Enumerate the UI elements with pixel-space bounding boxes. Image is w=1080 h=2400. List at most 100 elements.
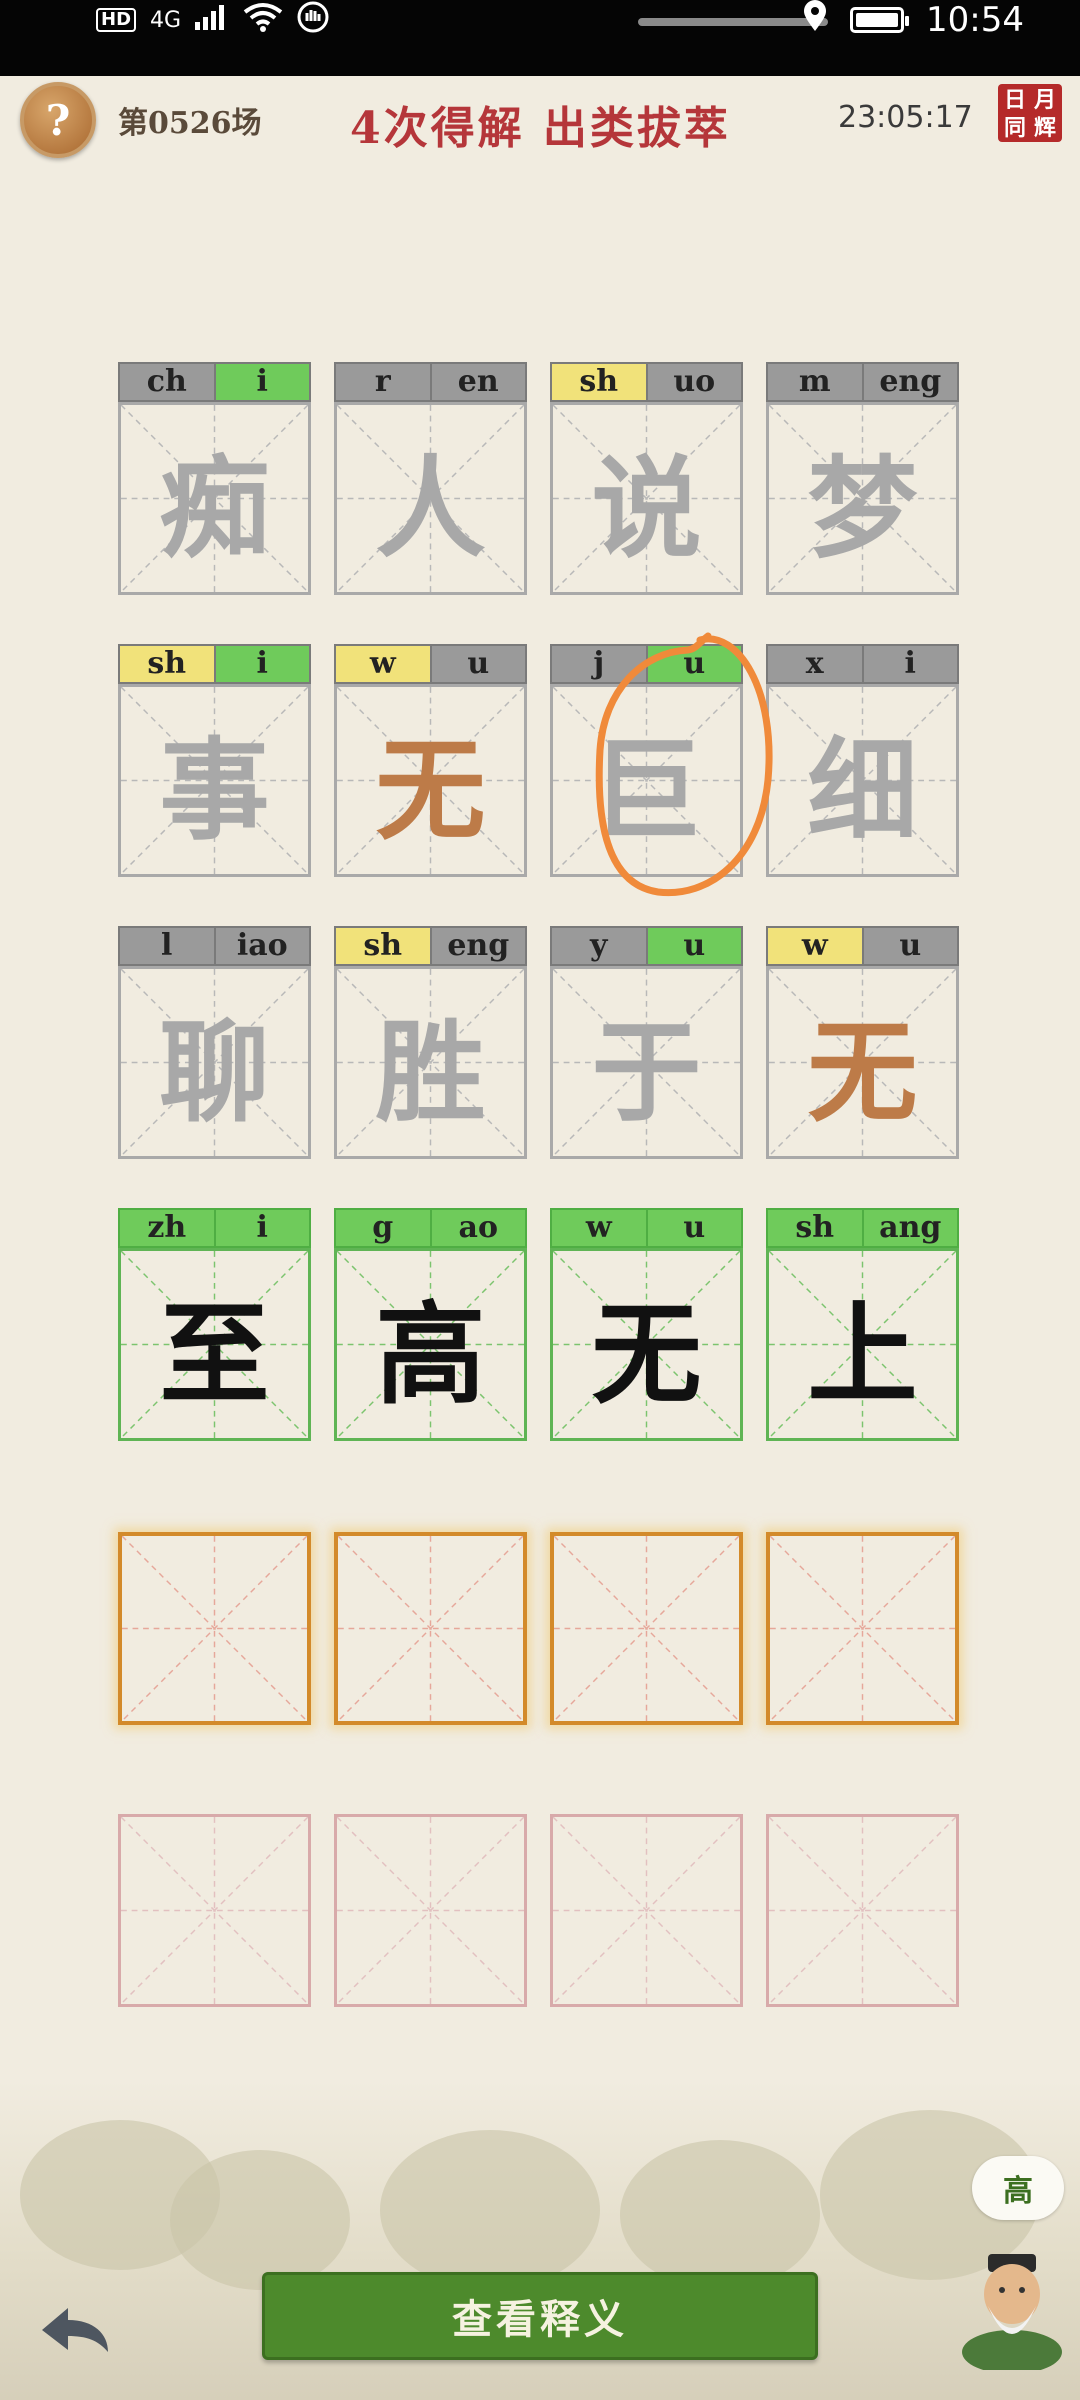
location-icon [802, 0, 828, 41]
character-box: 人 [334, 402, 527, 595]
input-cell[interactable] [334, 1532, 527, 1725]
pinyin-initial: w [550, 1208, 648, 1248]
pinyin-initial: sh [550, 362, 648, 402]
pinyin-bar: r en [334, 362, 527, 402]
hanzi-character: 上 [807, 1289, 918, 1419]
sage-avatar-icon[interactable] [958, 2244, 1066, 2370]
hanzi-character: 胜 [375, 1007, 486, 1137]
character-box: 于 [550, 966, 743, 1159]
pinyin-bar: y u [550, 926, 743, 966]
guess-tile[interactable]: sh i 事 [118, 644, 311, 877]
window-handle[interactable] [638, 18, 828, 26]
view-explanation-button[interactable]: 查看释义 [262, 2272, 818, 2360]
seal-char: 同 [1003, 115, 1026, 141]
pinyin-initial: sh [118, 644, 216, 684]
input-row-active [118, 1532, 959, 1725]
hint-bubble[interactable]: 高 [972, 2156, 1064, 2220]
hd-indicator: HD [96, 8, 137, 32]
hanzi-character: 于 [591, 1007, 702, 1137]
hanzi-character: 细 [807, 725, 918, 855]
pinyin-initial: w [334, 644, 432, 684]
pinyin-final: eng [431, 926, 527, 966]
input-cell [334, 1814, 527, 2007]
pinyin-bar: x i [766, 644, 959, 684]
hanzi-character: 人 [375, 443, 486, 573]
network-label: 4G [150, 7, 182, 33]
pinyin-final: u [647, 926, 743, 966]
pinyin-bar: sh eng [334, 926, 527, 966]
input-cell[interactable] [118, 1532, 311, 1725]
pinyin-final: u [431, 644, 527, 684]
pinyin-bar: sh uo [550, 362, 743, 402]
input-cell[interactable] [550, 1532, 743, 1725]
status-bar: HD 4G 10:54 [0, 0, 1080, 76]
input-cell[interactable] [766, 1532, 959, 1725]
clock: 10:54 [926, 0, 1024, 40]
character-box: 胜 [334, 966, 527, 1159]
input-row-pending [118, 1814, 959, 2007]
guess-tile[interactable]: sh uo 说 [550, 362, 743, 595]
pinyin-bar: zh i [118, 1208, 311, 1248]
guess-tile[interactable]: w u 无 [550, 1208, 743, 1441]
pinyin-initial: w [766, 926, 864, 966]
character-box: 聊 [118, 966, 311, 1159]
back-arrow-icon[interactable] [34, 2300, 114, 2360]
guess-tile[interactable]: g ao 高 [334, 1208, 527, 1441]
pinyin-final: u [647, 1208, 743, 1248]
guess-row: l iao 聊 sh eng 胜 y u 于 w u 无 [118, 926, 959, 1159]
character-box: 无 [334, 684, 527, 877]
guess-tile[interactable]: y u 于 [550, 926, 743, 1159]
guess-tile[interactable]: w u 无 [766, 926, 959, 1159]
achievement-seal[interactable]: 日 月 同 辉 [998, 84, 1062, 142]
pinyin-bar: w u [550, 1208, 743, 1248]
input-cell [766, 1814, 959, 2007]
guess-tile[interactable]: sh eng 胜 [334, 926, 527, 1159]
pinyin-final: en [431, 362, 527, 402]
guess-row: ch i 痴 r en 人 sh uo 说 m eng 梦 [118, 362, 959, 595]
guess-tile[interactable]: x i 细 [766, 644, 959, 877]
pinyin-initial: r [334, 362, 432, 402]
pinyin-final: u [863, 926, 959, 966]
hand-icon [297, 1, 329, 39]
pinyin-bar: l iao [118, 926, 311, 966]
pinyin-bar: w u [766, 926, 959, 966]
guess-tile[interactable]: w u 无 [334, 644, 527, 877]
pinyin-bar: w u [334, 644, 527, 684]
pinyin-initial: m [766, 362, 864, 402]
help-button[interactable]: ? [20, 82, 96, 158]
pinyin-final: iao [215, 926, 311, 966]
hanzi-character: 说 [591, 443, 702, 573]
countdown-timer: 23:05:17 [838, 100, 973, 135]
character-box: 梦 [766, 402, 959, 595]
round-number: 第0526场 [118, 106, 262, 141]
pinyin-initial: ch [118, 362, 216, 402]
signal-icon [195, 4, 229, 36]
pinyin-final: i [863, 644, 959, 684]
seal-char: 日 [1003, 87, 1026, 113]
pinyin-bar: ch i [118, 362, 311, 402]
guess-tile[interactable]: m eng 梦 [766, 362, 959, 595]
battery-icon [850, 7, 910, 33]
pinyin-final: ang [863, 1208, 959, 1248]
pinyin-bar: sh i [118, 644, 311, 684]
hanzi-character: 事 [159, 725, 270, 855]
pinyin-bar: sh ang [766, 1208, 959, 1248]
guess-tile[interactable]: sh ang 上 [766, 1208, 959, 1441]
pinyin-final: i [215, 1208, 311, 1248]
pinyin-final: i [215, 644, 311, 684]
input-cell [550, 1814, 743, 2007]
seal-char: 辉 [1033, 115, 1056, 141]
hanzi-character: 无 [375, 725, 486, 855]
result-title: 4次得解 出类拔萃 [350, 103, 731, 154]
hanzi-character: 聊 [159, 1007, 270, 1137]
pinyin-initial: sh [766, 1208, 864, 1248]
hanzi-character: 痴 [159, 443, 270, 573]
hanzi-character: 高 [375, 1289, 486, 1419]
guess-tile[interactable]: r en 人 [334, 362, 527, 595]
input-cell [118, 1814, 311, 2007]
guess-tile[interactable]: zh i 至 [118, 1208, 311, 1441]
character-box: 无 [550, 1248, 743, 1441]
guess-tile[interactable]: ch i 痴 [118, 362, 311, 595]
annotation-circle [595, 632, 773, 897]
guess-tile[interactable]: l iao 聊 [118, 926, 311, 1159]
